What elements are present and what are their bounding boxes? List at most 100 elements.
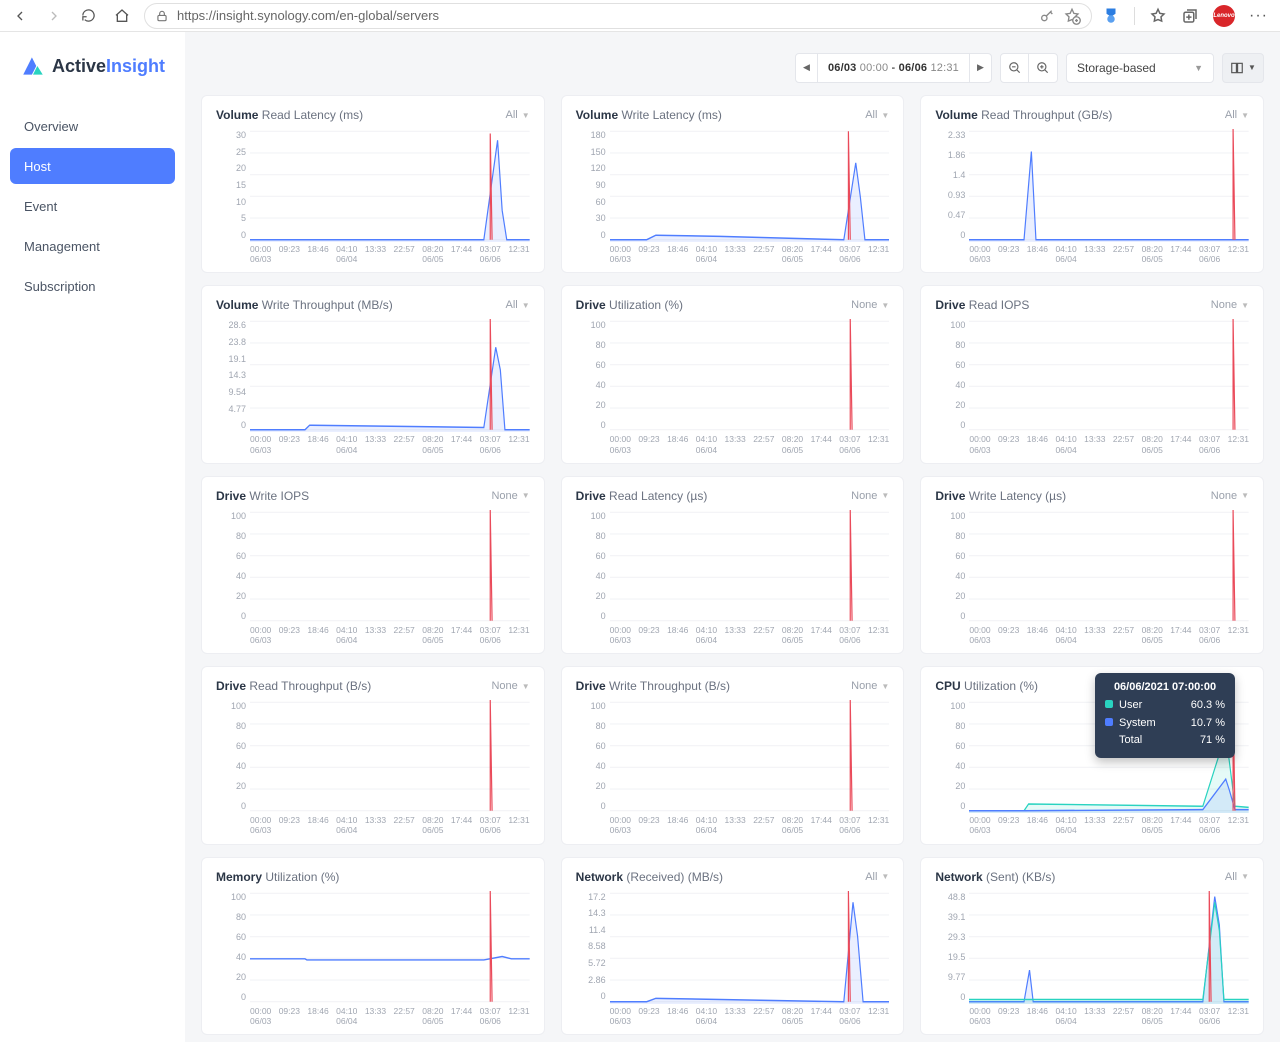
view-mode-select[interactable]: Storage-based ▼ xyxy=(1066,53,1214,83)
chart-title: Network (Sent) (KB/s) xyxy=(935,870,1055,884)
plot-area[interactable] xyxy=(250,318,530,432)
date-prev-button[interactable]: ◀ xyxy=(796,54,818,82)
y-axis-labels: 48.839.129.319.59.770 xyxy=(935,890,969,1004)
y-axis-labels: 100806040200 xyxy=(576,699,610,813)
chart-card: Drive Write IOPSNone▼10080604020000:0006… xyxy=(201,476,545,654)
plot-area[interactable] xyxy=(610,699,890,813)
y-axis-labels: 100806040200 xyxy=(935,699,969,813)
chart-title: Volume Read Latency (ms) xyxy=(216,108,363,122)
x-axis-labels: 00:0006/0309:2318:4604:1006/0413:3322:57… xyxy=(576,1006,890,1026)
chart-filter-dropdown[interactable]: All▼ xyxy=(506,299,530,311)
chart-card: Volume Read Throughput (GB/s)All▼2.331.8… xyxy=(920,95,1264,273)
chart-filter-dropdown[interactable]: None▼ xyxy=(851,299,889,311)
x-axis-labels: 00:0006/0309:2318:4604:1006/0413:3322:57… xyxy=(935,625,1249,645)
chart-title: Memory Utilization (%) xyxy=(216,870,339,884)
chart-filter-dropdown[interactable]: None▼ xyxy=(851,680,889,692)
add-favourite-icon[interactable] xyxy=(1063,7,1081,25)
y-axis-labels: 100806040200 xyxy=(935,509,969,623)
forward-button[interactable] xyxy=(42,4,66,28)
reward-icon[interactable] xyxy=(1102,7,1120,25)
top-toolbar: ◀ 06/03 00:00 - 06/06 12:31 ▶ Storage-ba… xyxy=(185,40,1280,95)
chart-filter-dropdown[interactable]: None▼ xyxy=(491,680,529,692)
chart-card: CPU Utilization (%)10080604020000:0006/0… xyxy=(920,666,1264,844)
y-axis-labels: 302520151050 xyxy=(216,128,250,242)
brand-icon xyxy=(20,53,46,79)
chart-card: Drive Utilization (%)None▼10080604020000… xyxy=(561,285,905,463)
favourites-icon[interactable] xyxy=(1149,7,1167,25)
nav-item-host[interactable]: Host xyxy=(10,148,175,184)
date-range-picker[interactable]: ◀ 06/03 00:00 - 06/06 12:31 ▶ xyxy=(795,53,992,83)
chart-card: Memory Utilization (%)10080604020000:000… xyxy=(201,857,545,1035)
url-text: https://insight.synology.com/en-global/s… xyxy=(177,8,439,23)
chart-filter-dropdown[interactable]: None▼ xyxy=(491,490,529,502)
chart-filter-dropdown[interactable]: All▼ xyxy=(1225,871,1249,883)
chart-filter-dropdown[interactable]: All▼ xyxy=(1225,109,1249,121)
y-axis-labels: 17.214.311.48.585.722.860 xyxy=(576,890,610,1004)
x-axis-labels: 00:0006/0309:2318:4604:1006/0413:3322:57… xyxy=(935,815,1249,835)
nav-item-management[interactable]: Management xyxy=(10,228,175,264)
chart-grid: Volume Read Latency (ms) All▼ 302520151050… xyxy=(185,95,1280,1042)
refresh-button[interactable] xyxy=(76,4,100,28)
plot-area[interactable] xyxy=(250,699,530,813)
chart-card: Drive Write Throughput (B/s)None▼1008060… xyxy=(561,666,905,844)
chart-title: Network (Received) (MB/s) xyxy=(576,870,723,884)
chart-title: Drive Read IOPS xyxy=(935,298,1029,312)
y-axis-labels: 100806040200 xyxy=(216,699,250,813)
more-menu-button[interactable]: ··· xyxy=(1249,7,1268,25)
plot-area[interactable] xyxy=(610,509,890,623)
plot-area[interactable] xyxy=(610,890,890,1004)
x-axis-labels: 00:0006/0309:2318:4604:1006/0413:3322:57… xyxy=(935,244,1249,264)
address-bar[interactable]: https://insight.synology.com/en-global/s… xyxy=(144,3,1092,29)
nav-item-overview[interactable]: Overview xyxy=(10,108,175,144)
chart-card: Drive Read Latency (µs)None▼100806040200… xyxy=(561,476,905,654)
chart-filter-dropdown[interactable]: All▼ xyxy=(506,109,530,121)
plot-area[interactable] xyxy=(250,509,530,623)
date-next-button[interactable]: ▶ xyxy=(969,54,991,82)
plot-area[interactable] xyxy=(969,318,1249,432)
chart-title: Volume Write Throughput (MB/s) xyxy=(216,298,393,312)
chart-filter-dropdown[interactable]: All▼ xyxy=(865,871,889,883)
y-axis-labels: 100806040200 xyxy=(935,318,969,432)
chart-title: Drive Read Latency (µs) xyxy=(576,489,708,503)
layout-button[interactable]: ▼ xyxy=(1222,53,1264,83)
chart-card: Network (Received) (MB/s) All▼ 17.214.311.… xyxy=(561,857,905,1035)
chart-title: Drive Write Latency (µs) xyxy=(935,489,1066,503)
chart-filter-dropdown[interactable]: None▼ xyxy=(1211,299,1249,311)
zoom-out-button[interactable] xyxy=(1001,54,1029,82)
x-axis-labels: 00:0006/0309:2318:4604:1006/0413:3322:57… xyxy=(576,815,890,835)
x-axis-labels: 00:0006/0309:2318:4604:1006/0413:3322:57… xyxy=(216,625,530,645)
chart-title: Drive Read Throughput (B/s) xyxy=(216,679,371,693)
nav-item-event[interactable]: Event xyxy=(10,188,175,224)
y-axis-labels: 1801501209060300 xyxy=(576,128,610,242)
home-button[interactable] xyxy=(110,4,134,28)
separator xyxy=(1134,7,1135,25)
collections-icon[interactable] xyxy=(1181,7,1199,25)
date-range-label: 06/03 00:00 - 06/06 12:31 xyxy=(818,62,969,74)
plot-area[interactable] xyxy=(969,890,1249,1004)
chart-title: Drive Utilization (%) xyxy=(576,298,683,312)
chart-card: Drive Read IOPSNone▼10080604020000:0006/… xyxy=(920,285,1264,463)
chart-title: Volume Write Latency (ms) xyxy=(576,108,722,122)
chart-card: Drive Read Throughput (B/s) None▼ 10080604… xyxy=(201,666,545,844)
chart-title: Volume Read Throughput (GB/s) xyxy=(935,108,1112,122)
zoom-in-button[interactable] xyxy=(1029,54,1057,82)
chart-card: Volume Read Latency (ms) All▼ 302520151050… xyxy=(201,95,545,273)
plot-area[interactable] xyxy=(250,890,530,1004)
profile-avatar[interactable]: Lenovo xyxy=(1213,5,1235,27)
chart-card: Network (Sent) (KB/s) All▼ 48.839.129.319.… xyxy=(920,857,1264,1035)
chart-filter-dropdown[interactable]: All▼ xyxy=(865,109,889,121)
chart-tooltip: 06/06/2021 07:00:00User60.3 %System10.7 … xyxy=(1095,673,1235,758)
x-axis-labels: 00:0006/0309:2318:4604:1006/0413:3322:57… xyxy=(576,244,890,264)
lock-icon xyxy=(155,9,169,23)
x-axis-labels: 00:0006/0309:2318:4604:1006/0413:3322:57… xyxy=(216,244,530,264)
chart-filter-dropdown[interactable]: None▼ xyxy=(1211,490,1249,502)
back-button[interactable] xyxy=(8,4,32,28)
key-icon[interactable] xyxy=(1039,8,1055,24)
plot-area[interactable] xyxy=(610,128,890,242)
chart-filter-dropdown[interactable]: None▼ xyxy=(851,490,889,502)
plot-area[interactable] xyxy=(969,128,1249,242)
nav-item-subscription[interactable]: Subscription xyxy=(10,268,175,304)
plot-area[interactable] xyxy=(610,318,890,432)
plot-area[interactable] xyxy=(250,128,530,242)
plot-area[interactable] xyxy=(969,509,1249,623)
